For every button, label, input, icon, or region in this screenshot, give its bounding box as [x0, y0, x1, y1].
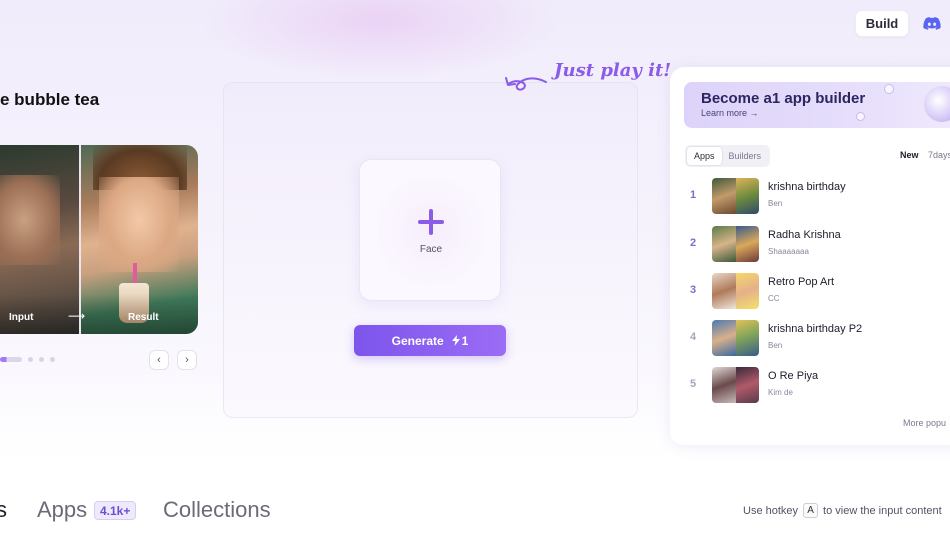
tagline: Just play it!: [554, 60, 672, 81]
credit-cost: 1: [451, 333, 469, 348]
app-thumbnail: [712, 273, 759, 309]
before-after-preview[interactable]: [0, 145, 198, 334]
lightning-icon: [451, 335, 460, 346]
hero-glow: [200, 0, 560, 80]
tab-collections[interactable]: Collections: [163, 497, 271, 523]
carousel-dot[interactable]: [28, 357, 33, 362]
rank-number: 4: [690, 331, 697, 343]
app-name: Retro Pop Art: [768, 276, 835, 288]
tab-apps[interactable]: Apps: [687, 147, 722, 165]
banner-title: Become a1 app builder: [701, 90, 866, 107]
app-name: Radha Krishna: [768, 229, 841, 241]
carousel-dot-active[interactable]: [0, 357, 22, 362]
hotkey-prefix: Use hotkey: [743, 504, 799, 517]
sort-7days[interactable]: 7days: [928, 150, 950, 160]
rank-number: 3: [690, 284, 697, 296]
carousel-dot[interactable]: [50, 357, 55, 362]
a1-logo-icon: [924, 86, 950, 122]
showcase-title: e bubble tea: [0, 90, 100, 109]
generate-button[interactable]: Generate 1: [354, 325, 506, 356]
carousel-dot[interactable]: [39, 357, 44, 362]
leaderboard-row[interactable]: 3 Retro Pop Art CC: [686, 273, 950, 311]
app-name: O Re Piya: [768, 370, 819, 382]
carousel-prev-button[interactable]: ‹: [149, 350, 169, 370]
app-author: CC: [768, 294, 780, 303]
discord-icon[interactable]: [920, 12, 944, 34]
rank-number: 1: [690, 189, 697, 201]
more-popular-link[interactable]: More popu: [903, 418, 946, 428]
generate-cost: 1: [461, 333, 469, 348]
build-button[interactable]: Build: [855, 10, 909, 37]
result-label: Result: [128, 312, 159, 323]
app-name: krishna birthday: [768, 181, 846, 193]
leaderboard-tabs: Apps Builders: [685, 145, 771, 167]
leaderboard-row[interactable]: 4 krishna birthday P2 Ben: [686, 320, 950, 358]
arrow-right-icon: ⟶: [68, 309, 86, 323]
app-author: Shaaaaaaa: [768, 247, 809, 256]
input-image: [0, 145, 80, 334]
plus-icon: [418, 209, 444, 235]
face-upload-slot[interactable]: Face: [359, 159, 501, 301]
leaderboard-row[interactable]: 5 O Re Piya Kim de: [686, 367, 950, 405]
apps-count-badge: 4.1k+: [94, 501, 137, 520]
app-author: Ben: [768, 199, 783, 208]
hotkey-key: A: [803, 503, 819, 518]
carousel-dots: [0, 357, 55, 362]
tab-apps-main[interactable]: Apps: [37, 497, 87, 523]
app-thumbnail: [712, 320, 759, 356]
generate-label: Generate: [391, 333, 444, 348]
tab-partial[interactable]: s: [0, 497, 7, 523]
builder-banner[interactable]: Become a1 app builder Learn more →: [684, 82, 950, 128]
face-label: Face: [419, 244, 443, 255]
leaderboard-row[interactable]: 2 Radha Krishna Shaaaaaaa: [686, 226, 950, 264]
app-author: Ben: [768, 341, 783, 350]
app-thumbnail: [712, 178, 759, 214]
tab-builders[interactable]: Builders: [722, 147, 769, 165]
app-thumbnail: [712, 367, 759, 403]
curl-arrow-icon: [505, 77, 547, 91]
learn-more-link[interactable]: Learn more →: [701, 108, 759, 118]
app-name: krishna birthday P2: [768, 323, 863, 335]
leaderboard-row[interactable]: 1 krishna birthday Ben: [686, 178, 950, 216]
app-thumbnail: [712, 226, 759, 262]
result-image: [81, 145, 198, 334]
hotkey-suffix: to view the input content: [823, 504, 942, 517]
input-label: Input: [9, 312, 34, 323]
rank-number: 2: [690, 237, 697, 249]
app-author: Kim de: [768, 388, 793, 397]
carousel-next-button[interactable]: ›: [177, 350, 197, 370]
sort-new[interactable]: New: [900, 150, 919, 160]
rank-number: 5: [690, 378, 697, 390]
hotkey-hint: Use hotkey A to view the input content: [743, 503, 942, 518]
